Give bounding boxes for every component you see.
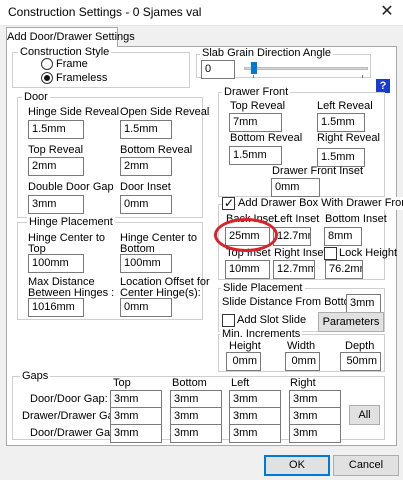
help-icon[interactable]: ? bbox=[376, 79, 390, 93]
right-inset-label: Right Inset bbox=[274, 247, 327, 259]
slide-distance-label: Slide Distance From Bottom bbox=[222, 296, 359, 308]
open-side-reveal-label: Open Side Reveal bbox=[120, 106, 210, 118]
annotation-circle bbox=[214, 218, 278, 252]
gaps-col-bottom: Bottom bbox=[172, 377, 207, 389]
slide-placement-label: Slide Placement bbox=[221, 282, 305, 295]
df-bottom-reveal-input[interactable]: 1.5mm bbox=[229, 146, 282, 165]
add-drawer-box-label: Add Drawer Box With Drawer Front bbox=[236, 197, 403, 210]
door-inset-input[interactable]: 0mm bbox=[120, 195, 172, 214]
door-door-gap-label: Door/Door Gap: bbox=[30, 393, 108, 405]
lock-height-input[interactable]: 76.2mm bbox=[325, 260, 363, 279]
window-title: Construction Settings - 0 Sjames val bbox=[8, 5, 202, 19]
slab-grain-slider[interactable] bbox=[244, 60, 368, 78]
max-distance-input[interactable]: 1016mm bbox=[28, 298, 84, 317]
min-height-input[interactable]: 0mm bbox=[226, 352, 261, 371]
df-front-inset-input[interactable]: 0mm bbox=[271, 178, 320, 197]
door-bottom-reveal-label: Bottom Reveal bbox=[120, 144, 193, 156]
drawer-front-label: Drawer Front bbox=[222, 86, 291, 99]
location-offset-input[interactable]: 0mm bbox=[120, 298, 172, 317]
door-top-reveal-label: Top Reveal bbox=[28, 144, 84, 156]
frameless-radio-label: Frameless bbox=[56, 72, 108, 84]
door-drawer-gap-left-input[interactable]: 3mm bbox=[229, 424, 281, 443]
door-top-reveal-input[interactable]: 2mm bbox=[28, 157, 84, 176]
slider-thumb[interactable] bbox=[251, 62, 257, 74]
hinge-center-top-input[interactable]: 100mm bbox=[28, 254, 84, 273]
door-group-label: Door bbox=[22, 91, 50, 104]
min-depth-input[interactable]: 50mm bbox=[340, 352, 381, 371]
cancel-button[interactable]: Cancel bbox=[333, 455, 399, 476]
add-slot-slide-checkbox[interactable] bbox=[222, 314, 235, 327]
add-slot-slide-label: Add Slot Slide bbox=[237, 314, 307, 326]
add-drawer-box-checkbox[interactable] bbox=[222, 195, 235, 211]
double-door-gap-label: Double Door Gap bbox=[28, 181, 114, 193]
door-inset-label: Door Inset bbox=[120, 181, 171, 193]
ok-button[interactable]: OK bbox=[264, 455, 330, 476]
all-button[interactable]: All bbox=[349, 405, 380, 425]
door-bottom-reveal-input[interactable]: 2mm bbox=[120, 157, 172, 176]
top-inset-input[interactable]: 10mm bbox=[225, 260, 270, 279]
right-inset-input[interactable]: 12.7mm bbox=[273, 260, 315, 279]
slab-grain-angle-input[interactable]: 0 bbox=[201, 60, 235, 79]
hinge-center-bottom-input[interactable]: 100mm bbox=[120, 254, 172, 273]
hinge-side-reveal-label: Hinge Side Reveal bbox=[28, 106, 120, 118]
door-drawer-gap-top-input[interactable]: 3mm bbox=[110, 424, 162, 443]
door-drawer-gap-bottom-input[interactable]: 3mm bbox=[170, 424, 222, 443]
df-top-reveal-input[interactable]: 7mm bbox=[229, 113, 282, 132]
slider-tick bbox=[253, 75, 254, 78]
min-width-input[interactable]: 0mm bbox=[285, 352, 320, 371]
left-inset-label: Left Inset bbox=[274, 213, 320, 225]
door-drawer-gap-right-input[interactable]: 3mm bbox=[289, 424, 341, 443]
slider-tick bbox=[362, 75, 363, 78]
hinge-placement-label: Hinge Placement bbox=[27, 216, 115, 229]
parameters-button[interactable]: Parameters bbox=[318, 312, 384, 332]
double-door-gap-input[interactable]: 3mm bbox=[28, 195, 84, 214]
bottom-inset-label: Bottom Inset bbox=[325, 213, 387, 225]
drawer-drawer-gap-label: Drawer/Drawer Gap: bbox=[22, 410, 123, 422]
slider-track bbox=[244, 67, 368, 70]
title-bar: Construction Settings - 0 Sjames val ✕ bbox=[0, 0, 403, 26]
slide-distance-input[interactable]: 3mm bbox=[346, 294, 381, 313]
open-side-reveal-input[interactable]: 1.5mm bbox=[120, 120, 172, 139]
lock-height-label: Lock Height bbox=[339, 247, 398, 259]
close-icon[interactable]: ✕ bbox=[376, 2, 398, 22]
df-left-reveal-label: Left Reveal bbox=[317, 100, 373, 112]
df-right-reveal-label: Right Reveal bbox=[317, 132, 380, 144]
tab-add-door-drawer-settings[interactable]: Add Door/Drawer Settings bbox=[6, 27, 135, 47]
gaps-col-top: Top bbox=[113, 377, 131, 389]
df-front-inset-label: Drawer Front Inset bbox=[272, 165, 364, 177]
slab-grain-label: Slab Grain Direction Angle bbox=[200, 47, 334, 60]
frame-radio-label: Frame bbox=[56, 58, 88, 70]
door-drawer-gap-label: Door/Drawer Gap: bbox=[30, 427, 120, 439]
df-top-reveal-label: Top Reveal bbox=[230, 100, 286, 112]
hinge-side-reveal-input[interactable]: 1.5mm bbox=[28, 120, 84, 139]
df-left-reveal-input[interactable]: 1.5mm bbox=[317, 113, 365, 132]
lock-height-checkbox[interactable] bbox=[324, 247, 337, 260]
gaps-col-right: Right bbox=[290, 377, 316, 389]
bottom-inset-input[interactable]: 8mm bbox=[324, 227, 362, 246]
df-bottom-reveal-label: Bottom Reveal bbox=[230, 132, 303, 144]
gaps-col-left: Left bbox=[231, 377, 250, 389]
gaps-label: Gaps bbox=[20, 370, 51, 383]
left-inset-input[interactable]: 12.7mm bbox=[273, 227, 311, 246]
frame-radio[interactable] bbox=[41, 58, 53, 70]
frameless-radio[interactable] bbox=[41, 72, 53, 84]
